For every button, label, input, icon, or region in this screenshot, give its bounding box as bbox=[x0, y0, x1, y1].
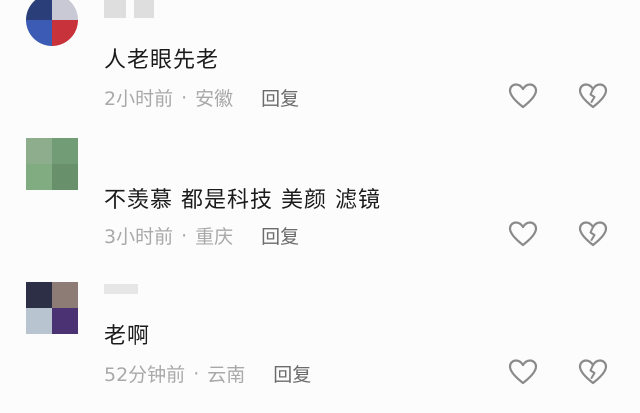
like-icon[interactable] bbox=[508, 82, 538, 110]
comment-time: 52分钟前 bbox=[104, 364, 186, 386]
comment-text: 老啊 bbox=[104, 324, 151, 349]
avatar-pixel bbox=[52, 0, 78, 20]
avatar-pixel bbox=[52, 308, 78, 334]
broken-heart-icon[interactable] bbox=[578, 220, 608, 248]
avatar-pixel bbox=[52, 138, 78, 164]
comment-list: 人老眼先老 2小时前 · 安徽 回复 不羡慕 都是科技 美颜 滤镜 3小时前 ·… bbox=[0, 0, 640, 413]
comment-meta: 3小时前 · 重庆 回复 bbox=[104, 222, 299, 249]
avatar-pixel bbox=[26, 138, 52, 164]
username-blurred[interactable] bbox=[104, 284, 138, 294]
username-blurred[interactable] bbox=[104, 0, 154, 18]
blur-block bbox=[134, 0, 154, 18]
avatar-pixel bbox=[26, 282, 52, 308]
avatar[interactable] bbox=[26, 138, 78, 190]
like-icon[interactable] bbox=[508, 358, 538, 386]
comment-text: 不羡慕 都是科技 美颜 滤镜 bbox=[104, 188, 381, 213]
avatar-pixel bbox=[52, 282, 78, 308]
reply-button[interactable]: 回复 bbox=[261, 222, 299, 249]
comment-time: 2小时前 bbox=[104, 88, 174, 110]
comment-item: 老啊 52分钟前 · 云南 回复 bbox=[0, 270, 640, 413]
meta-separator: · bbox=[193, 362, 200, 385]
blur-block bbox=[104, 0, 126, 18]
avatar-pixel bbox=[26, 164, 52, 190]
avatar[interactable] bbox=[26, 282, 78, 334]
avatar-pixel bbox=[26, 20, 52, 46]
comment-location: 安徽 bbox=[195, 88, 234, 110]
comment-item: 不羡慕 都是科技 美颜 滤镜 3小时前 · 重庆 回复 bbox=[0, 130, 640, 270]
avatar-pixel bbox=[26, 308, 52, 334]
avatar-pixel bbox=[52, 20, 78, 46]
like-icon[interactable] bbox=[508, 220, 538, 248]
reply-button[interactable]: 回复 bbox=[273, 360, 311, 387]
meta-separator: · bbox=[181, 86, 188, 109]
blur-block bbox=[104, 284, 138, 294]
comment-location: 重庆 bbox=[195, 226, 234, 248]
comment-location: 云南 bbox=[207, 364, 246, 386]
meta-separator: · bbox=[181, 224, 188, 247]
broken-heart-icon[interactable] bbox=[578, 358, 608, 386]
comment-time: 3小时前 bbox=[104, 226, 174, 248]
broken-heart-icon[interactable] bbox=[578, 82, 608, 110]
comment-text: 人老眼先老 bbox=[104, 48, 220, 73]
comment-meta: 52分钟前 · 云南 回复 bbox=[104, 360, 311, 387]
comment-item: 人老眼先老 2小时前 · 安徽 回复 bbox=[0, 0, 640, 130]
avatar-pixel bbox=[26, 0, 52, 20]
reply-button[interactable]: 回复 bbox=[261, 84, 299, 111]
avatar-pixel bbox=[52, 164, 78, 190]
comment-meta: 2小时前 · 安徽 回复 bbox=[104, 84, 299, 111]
avatar[interactable] bbox=[26, 0, 78, 46]
